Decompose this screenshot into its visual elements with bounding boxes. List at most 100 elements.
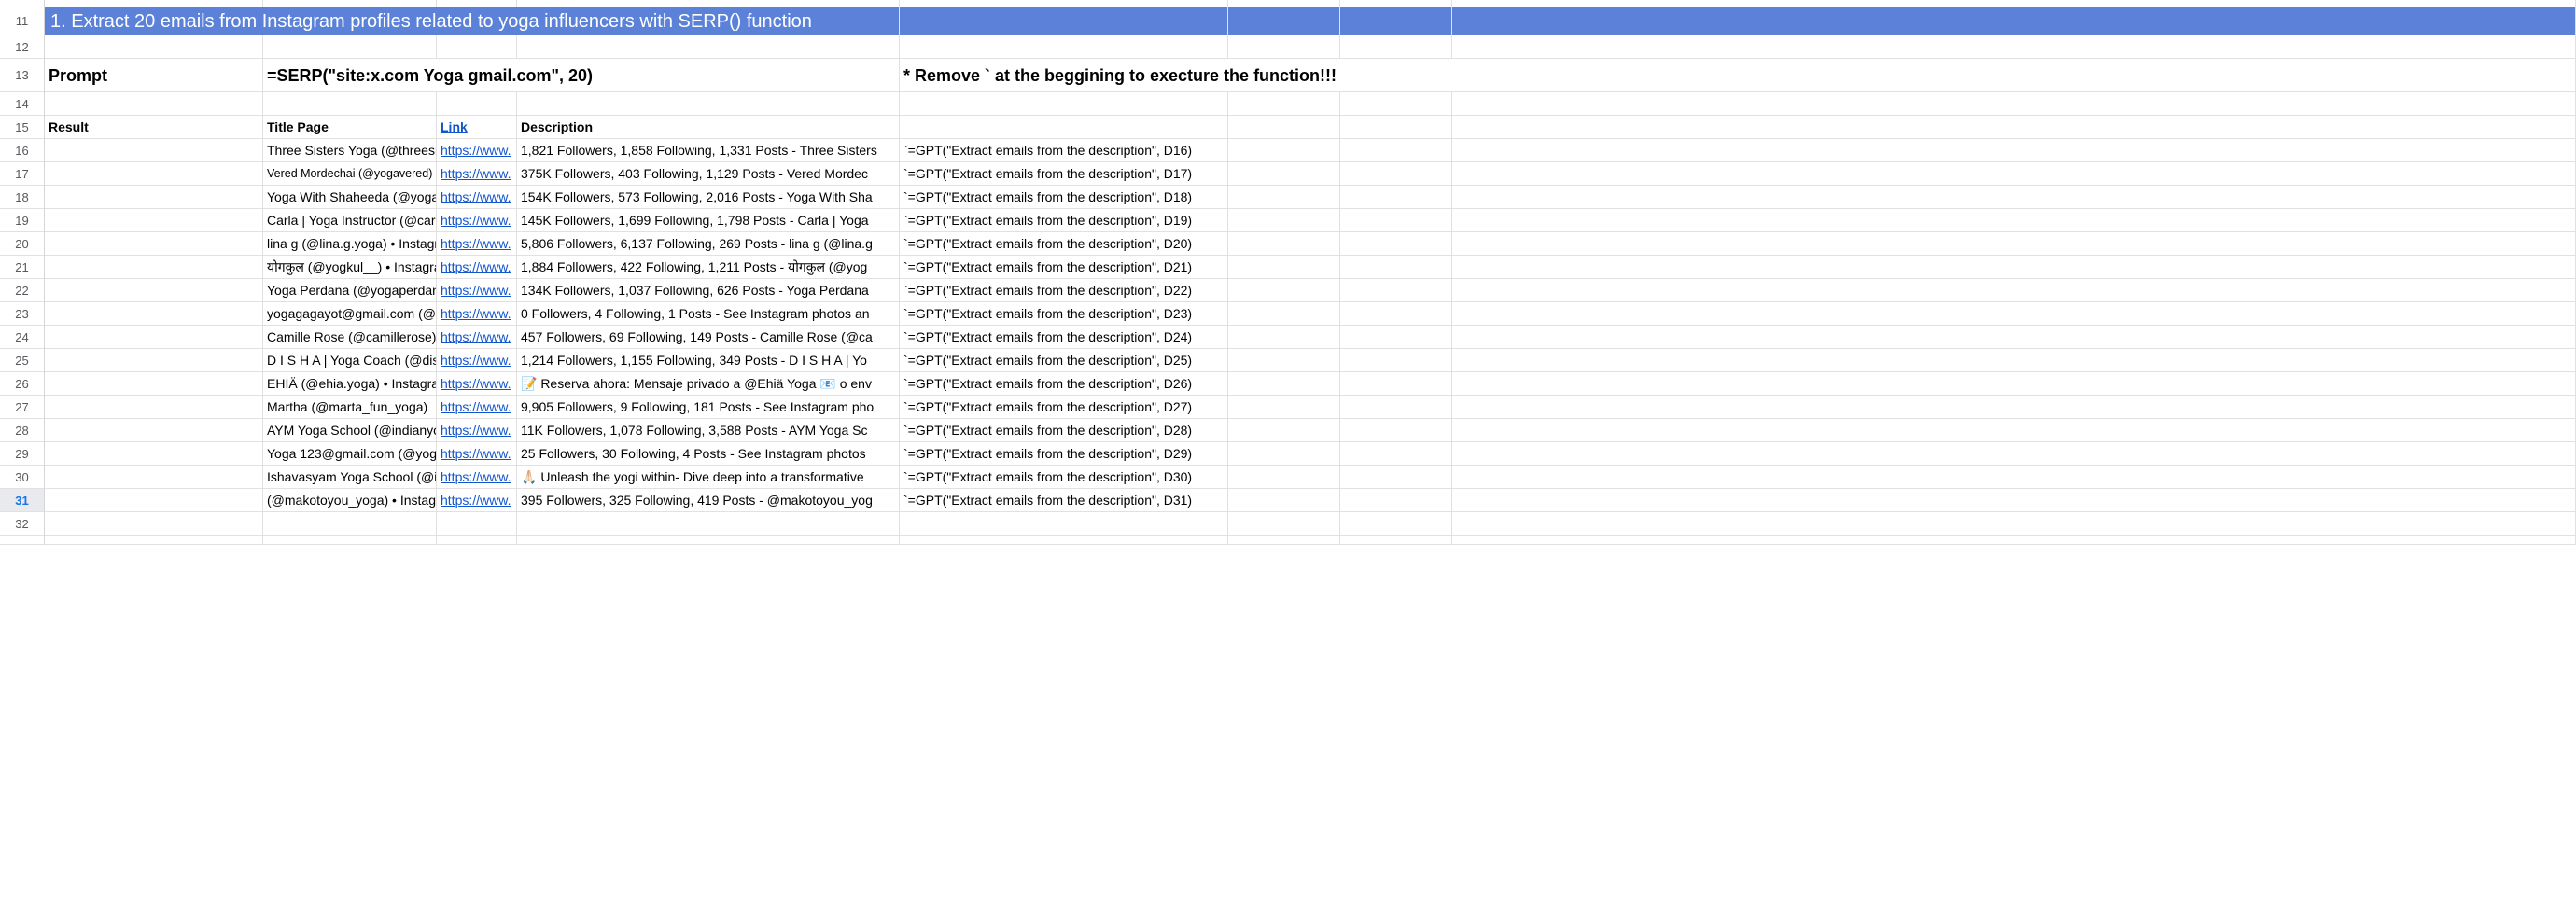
row-header[interactable]: 30 [0, 466, 45, 489]
cell-blank[interactable] [1452, 512, 2576, 536]
cell-blank[interactable] [1228, 419, 1340, 442]
row-header[interactable] [0, 0, 45, 7]
gpt-formula-cell[interactable]: `=GPT("Extract emails from the descripti… [900, 256, 1228, 279]
description-cell[interactable]: 25 Followers, 30 Following, 4 Posts - Se… [517, 442, 900, 466]
link-cell[interactable]: https://www. [437, 139, 517, 162]
gpt-formula-cell[interactable]: `=GPT("Extract emails from the descripti… [900, 489, 1228, 512]
cell-blank[interactable] [1452, 442, 2576, 466]
cell-blank[interactable] [1340, 256, 1452, 279]
gpt-formula-cell[interactable]: `=GPT("Extract emails from the descripti… [900, 396, 1228, 419]
cell-blank[interactable] [1228, 326, 1340, 349]
description-cell[interactable]: 🙏🏻 Unleash the yogi within- Dive deep in… [517, 466, 900, 489]
cell-col-a[interactable] [45, 489, 263, 512]
title-page-cell[interactable]: Three Sisters Yoga (@threesistersyoga) [263, 139, 437, 162]
cell-blank[interactable] [1228, 186, 1340, 209]
cell-blank[interactable] [1340, 35, 1452, 59]
cell-blank[interactable] [1452, 162, 2576, 186]
cell-blank[interactable] [437, 512, 517, 536]
link-cell[interactable]: https://www. [437, 466, 517, 489]
cell-blank[interactable] [1452, 35, 2576, 59]
cell-blank[interactable] [1340, 186, 1452, 209]
cell-col-a[interactable] [45, 349, 263, 372]
cell-col-a[interactable] [45, 209, 263, 232]
spreadsheet-grid[interactable]: 111. Extract 20 emails from Instagram pr… [0, 0, 2576, 545]
cell-blank[interactable] [1228, 442, 1340, 466]
profile-link[interactable]: https://www. [441, 469, 511, 484]
cell-blank[interactable] [45, 35, 263, 59]
description-cell[interactable]: 154K Followers, 573 Following, 2,016 Pos… [517, 186, 900, 209]
description-cell[interactable]: 11K Followers, 1,078 Following, 3,588 Po… [517, 419, 900, 442]
description-cell[interactable]: 9,905 Followers, 9 Following, 181 Posts … [517, 396, 900, 419]
title-page-cell[interactable]: Vered Mordechai (@yogavered) • [263, 162, 437, 186]
cell-blank[interactable] [1452, 396, 2576, 419]
row-header[interactable]: 19 [0, 209, 45, 232]
cell-col-a[interactable] [45, 326, 263, 349]
title-page-cell[interactable]: Camille Rose (@camillerose) [263, 326, 437, 349]
cell-blank[interactable] [1340, 302, 1452, 326]
cell-blank[interactable] [1228, 0, 1340, 7]
cell-blank[interactable] [900, 512, 1228, 536]
cell-col-a[interactable] [45, 442, 263, 466]
cell-col-a[interactable] [45, 419, 263, 442]
cell-col-a[interactable] [45, 162, 263, 186]
description-cell[interactable]: 145K Followers, 1,699 Following, 1,798 P… [517, 209, 900, 232]
gpt-formula-cell[interactable]: `=GPT("Extract emails from the descripti… [900, 419, 1228, 442]
cell-blank[interactable] [263, 0, 437, 7]
row-header[interactable]: 23 [0, 302, 45, 326]
link-cell[interactable]: https://www. [437, 232, 517, 256]
gpt-formula-cell[interactable]: `=GPT("Extract emails from the descripti… [900, 139, 1228, 162]
row-header[interactable] [0, 536, 45, 545]
cell-blank[interactable] [900, 35, 1228, 59]
cell-blank[interactable] [1228, 209, 1340, 232]
cell-blank[interactable] [517, 35, 900, 59]
profile-link[interactable]: https://www. [441, 329, 511, 344]
cell-blank[interactable] [1340, 419, 1452, 442]
cell-blank[interactable] [1452, 0, 2576, 7]
cell-blank[interactable] [900, 116, 1228, 139]
gpt-formula-cell[interactable]: `=GPT("Extract emails from the descripti… [900, 349, 1228, 372]
cell-blank[interactable] [263, 536, 437, 545]
title-page-cell[interactable]: Yoga With Shaheeda (@yogawithshaheeda) [263, 186, 437, 209]
cell-col-a[interactable] [45, 186, 263, 209]
row-header[interactable]: 14 [0, 92, 45, 116]
description-cell[interactable]: 134K Followers, 1,037 Following, 626 Pos… [517, 279, 900, 302]
cell-blank[interactable] [1228, 466, 1340, 489]
profile-link[interactable]: https://www. [441, 236, 511, 251]
row-header[interactable]: 21 [0, 256, 45, 279]
title-page-cell[interactable]: Yoga Perdana (@yogaperdana) [263, 279, 437, 302]
cell-blank[interactable] [1228, 349, 1340, 372]
cell-col-a[interactable] [45, 372, 263, 396]
cell-blank[interactable] [1452, 92, 2576, 116]
cell-blank[interactable] [1340, 0, 1452, 7]
cell-blank[interactable] [1228, 279, 1340, 302]
cell-col-a[interactable] [45, 139, 263, 162]
cell-blank[interactable] [1228, 35, 1340, 59]
gpt-formula-cell[interactable]: `=GPT("Extract emails from the descripti… [900, 162, 1228, 186]
cell-blank[interactable] [45, 512, 263, 536]
link-cell[interactable]: https://www. [437, 302, 517, 326]
cell-blank[interactable] [1452, 466, 2576, 489]
cell-blank[interactable] [1452, 232, 2576, 256]
cell-blank[interactable] [263, 35, 437, 59]
profile-link[interactable]: https://www. [441, 189, 511, 204]
gpt-formula-cell[interactable]: `=GPT("Extract emails from the descripti… [900, 302, 1228, 326]
profile-link[interactable]: https://www. [441, 376, 511, 391]
profile-link[interactable]: https://www. [441, 259, 511, 274]
description-cell[interactable]: 0 Followers, 4 Following, 1 Posts - See … [517, 302, 900, 326]
title-page-cell[interactable]: D I S H A | Yoga Coach (@dishayoga) [263, 349, 437, 372]
cell-blank[interactable] [1340, 512, 1452, 536]
description-cell[interactable]: 1,214 Followers, 1,155 Following, 349 Po… [517, 349, 900, 372]
row-header[interactable]: 18 [0, 186, 45, 209]
profile-link[interactable]: https://www. [441, 399, 511, 414]
cell-blank[interactable] [1340, 279, 1452, 302]
cell-blank[interactable] [1340, 326, 1452, 349]
cell-col-a[interactable] [45, 466, 263, 489]
row-header[interactable]: 12 [0, 35, 45, 59]
profile-link[interactable]: https://www. [441, 493, 511, 508]
title-page-cell[interactable]: lina g (@lina.g.yoga) • Instagram [263, 232, 437, 256]
cell-blank[interactable] [517, 536, 900, 545]
cell-blank[interactable] [517, 92, 900, 116]
link-cell[interactable]: https://www. [437, 209, 517, 232]
cell-blank[interactable] [1452, 279, 2576, 302]
cell-blank[interactable] [517, 0, 900, 7]
